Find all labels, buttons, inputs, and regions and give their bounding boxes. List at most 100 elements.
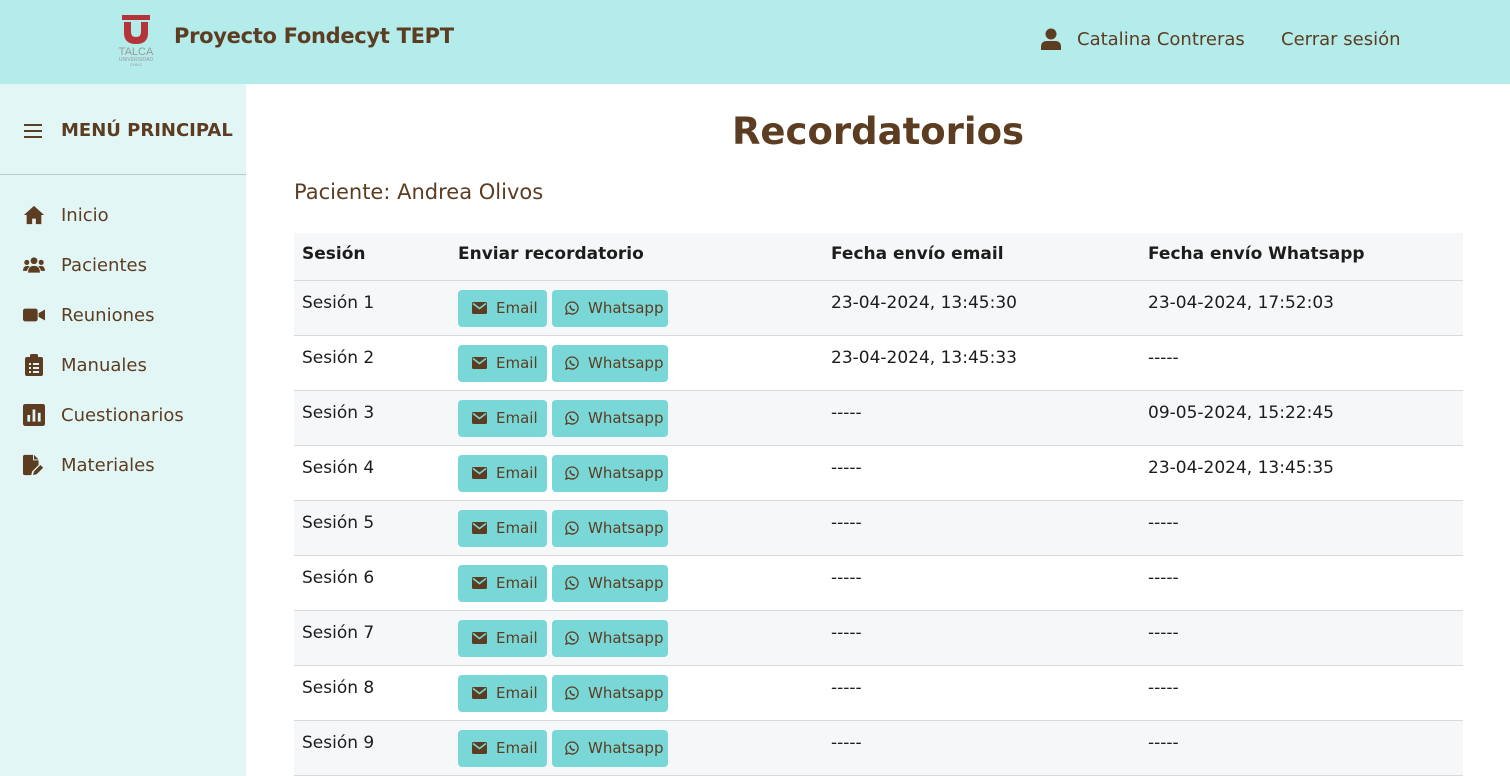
send-email-button[interactable]: Email bbox=[458, 399, 547, 437]
file-edit-icon bbox=[22, 453, 46, 477]
email-button-label: Email bbox=[496, 519, 538, 537]
whatsapp-date-cell: ----- bbox=[1148, 677, 1179, 698]
session-cell: Sesión 2 bbox=[302, 347, 375, 368]
email-date-cell: ----- bbox=[831, 567, 862, 588]
university-logo[interactable]: TALCA UNIVERSIDAD CHILE bbox=[114, 15, 158, 67]
session-cell: Sesión 8 bbox=[302, 677, 375, 698]
send-whatsapp-button[interactable]: Whatsapp bbox=[552, 729, 668, 767]
send-reminder-cell: Email Whatsapp bbox=[450, 720, 823, 775]
send-email-button[interactable]: Email bbox=[458, 619, 547, 657]
top-navbar: TALCA UNIVERSIDAD CHILE Proyecto Fondecy… bbox=[0, 0, 1510, 84]
reminders-table: Sesión Enviar recordatorio Fecha envío e… bbox=[294, 233, 1463, 776]
send-reminder-cell: Email Whatsapp bbox=[450, 665, 823, 720]
app-title[interactable]: Proyecto Fondecyt TEPT bbox=[174, 24, 454, 48]
sidebar-item-reuniones[interactable]: Reuniones bbox=[0, 290, 246, 340]
email-button-label: Email bbox=[496, 354, 538, 372]
menu-divider bbox=[0, 174, 246, 175]
whatsapp-button-label: Whatsapp bbox=[588, 409, 664, 427]
send-email-button[interactable]: Email bbox=[458, 289, 547, 327]
send-whatsapp-button[interactable]: Whatsapp bbox=[552, 564, 668, 602]
email-button-label: Email bbox=[496, 684, 538, 702]
whatsapp-icon bbox=[565, 741, 579, 755]
session-cell: Sesión 1 bbox=[302, 292, 375, 313]
table-row: Sesión 1 Email Whatsapp 23-04-2024, 13:45:3… bbox=[294, 280, 1463, 335]
sidebar-item-inicio[interactable]: Inicio bbox=[0, 190, 246, 240]
whatsapp-date-cell: ----- bbox=[1148, 512, 1179, 533]
send-email-button[interactable]: Email bbox=[458, 509, 547, 547]
column-header-email-date: Fecha envío email bbox=[831, 244, 1004, 264]
sidebar-item-label: Reuniones bbox=[61, 304, 155, 326]
table-row: Sesión 7 Email Whatsapp ----- ----- bbox=[294, 610, 1463, 665]
logout-link[interactable]: Cerrar sesión bbox=[1281, 29, 1401, 50]
whatsapp-date-cell: ----- bbox=[1148, 567, 1179, 588]
send-whatsapp-button[interactable]: Whatsapp bbox=[552, 399, 668, 437]
whatsapp-button-label: Whatsapp bbox=[588, 299, 664, 317]
send-whatsapp-button[interactable]: Whatsapp bbox=[552, 619, 668, 657]
email-date-cell: 23-04-2024, 13:45:33 bbox=[831, 347, 1017, 368]
table-row: Sesión 2 Email Whatsapp 23-04-2024, 13:45:3… bbox=[294, 335, 1463, 390]
whatsapp-date-cell: 23-04-2024, 13:45:35 bbox=[1148, 457, 1334, 478]
envelope-icon bbox=[472, 467, 487, 479]
whatsapp-date-cell: ----- bbox=[1148, 622, 1179, 643]
whatsapp-icon bbox=[565, 411, 579, 425]
send-whatsapp-button[interactable]: Whatsapp bbox=[552, 454, 668, 492]
patient-name: Paciente: Andrea Olivos bbox=[294, 180, 544, 204]
send-email-button[interactable]: Email bbox=[458, 674, 547, 712]
sidebar-item-label: Materiales bbox=[61, 454, 155, 476]
whatsapp-icon bbox=[565, 356, 579, 370]
table-row: Sesión 9 Email Whatsapp ----- ----- bbox=[294, 720, 1463, 775]
session-cell: Sesión 4 bbox=[302, 457, 375, 478]
email-button-label: Email bbox=[496, 299, 538, 317]
sidebar-item-label: Inicio bbox=[61, 204, 109, 226]
envelope-icon bbox=[472, 577, 487, 589]
send-email-button[interactable]: Email bbox=[458, 344, 547, 382]
column-header-session: Sesión bbox=[302, 244, 366, 264]
whatsapp-date-cell: 23-04-2024, 17:52:03 bbox=[1148, 292, 1334, 313]
table-body: Sesión 1 Email Whatsapp 23-04-2024, 13:45:3… bbox=[294, 280, 1463, 775]
whatsapp-icon bbox=[565, 631, 579, 645]
sidebar-item-materiales[interactable]: Materiales bbox=[0, 440, 246, 490]
logo-subtext-2: CHILE bbox=[130, 62, 142, 67]
menu-toggle[interactable]: MENÚ PRINCIPAL bbox=[24, 120, 233, 141]
main-content: Recordatorios Paciente: Andrea Olivos Se… bbox=[246, 84, 1510, 776]
envelope-icon bbox=[472, 687, 487, 699]
sidebar-item-manuales[interactable]: Manuales bbox=[0, 340, 246, 390]
send-whatsapp-button[interactable]: Whatsapp bbox=[552, 344, 668, 382]
sidebar-nav: Inicio Pacientes Reuniones Manuales Cues… bbox=[0, 190, 246, 490]
envelope-icon bbox=[472, 632, 487, 644]
chart-icon bbox=[22, 403, 46, 427]
sidebar-item-pacientes[interactable]: Pacientes bbox=[0, 240, 246, 290]
table-row: Sesión 4 Email Whatsapp ----- 23-04-2024, 13… bbox=[294, 445, 1463, 500]
send-whatsapp-button[interactable]: Whatsapp bbox=[552, 289, 668, 327]
email-date-cell: ----- bbox=[831, 512, 862, 533]
send-reminder-cell: Email Whatsapp bbox=[450, 335, 823, 390]
send-reminder-cell: Email Whatsapp bbox=[450, 500, 823, 555]
sidebar-item-cuestionarios[interactable]: Cuestionarios bbox=[0, 390, 246, 440]
session-cell: Sesión 6 bbox=[302, 567, 375, 588]
table-row: Sesión 8 Email Whatsapp ----- ----- bbox=[294, 665, 1463, 720]
send-reminder-cell: Email Whatsapp bbox=[450, 555, 823, 610]
whatsapp-button-label: Whatsapp bbox=[588, 739, 664, 757]
send-whatsapp-button[interactable]: Whatsapp bbox=[552, 509, 668, 547]
user-icon bbox=[1041, 28, 1061, 50]
menu-title: MENÚ PRINCIPAL bbox=[61, 120, 233, 141]
whatsapp-icon bbox=[565, 466, 579, 480]
email-button-label: Email bbox=[496, 739, 538, 757]
envelope-icon bbox=[472, 412, 487, 424]
users-icon bbox=[22, 253, 46, 277]
session-cell: Sesión 5 bbox=[302, 512, 375, 533]
whatsapp-icon bbox=[565, 521, 579, 535]
reminders-table-container: Sesión Enviar recordatorio Fecha envío e… bbox=[294, 233, 1463, 776]
email-button-label: Email bbox=[496, 574, 538, 592]
table-row: Sesión 3 Email Whatsapp ----- 09-05-2024, 15… bbox=[294, 390, 1463, 445]
send-email-button[interactable]: Email bbox=[458, 729, 547, 767]
send-email-button[interactable]: Email bbox=[458, 564, 547, 602]
send-whatsapp-button[interactable]: Whatsapp bbox=[552, 674, 668, 712]
email-date-cell: ----- bbox=[831, 677, 862, 698]
envelope-icon bbox=[472, 742, 487, 754]
send-email-button[interactable]: Email bbox=[458, 454, 547, 492]
user-menu[interactable]: Catalina Contreras bbox=[1041, 28, 1245, 50]
send-reminder-cell: Email Whatsapp bbox=[450, 445, 823, 500]
sidebar-item-label: Cuestionarios bbox=[61, 404, 184, 426]
whatsapp-icon bbox=[565, 576, 579, 590]
